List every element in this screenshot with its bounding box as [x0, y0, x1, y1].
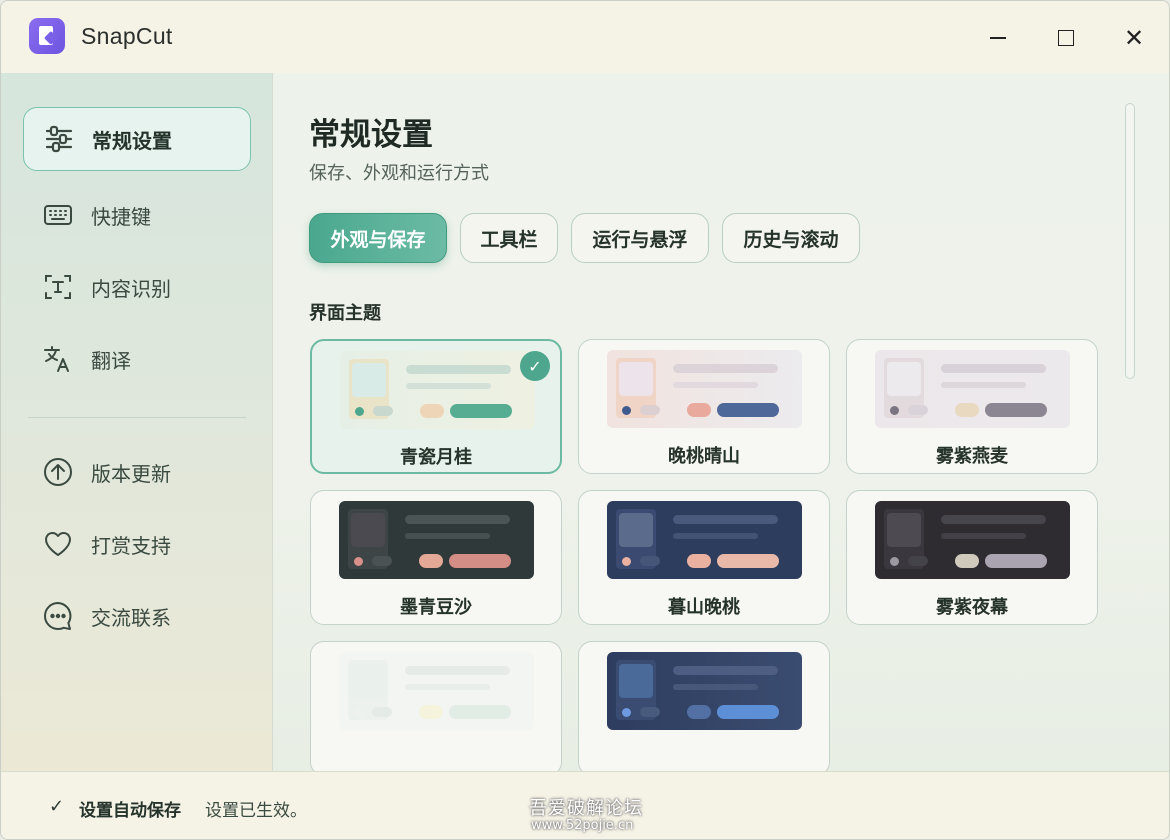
status-bar: ✓ 设置自动保存 设置已生效。 吾爱破解论坛 www.52pojie.cn: [1, 771, 1169, 839]
sidebar-item-update[interactable]: 版本更新: [23, 440, 251, 504]
sidebar-item-label: 内容识别: [91, 276, 171, 301]
theme-preview: [339, 501, 534, 579]
theme-name: 晚桃晴山: [668, 446, 740, 467]
chat-bubble-icon: [41, 599, 75, 633]
status-title: 设置自动保存: [79, 801, 181, 821]
app-title: SnapCut: [81, 23, 173, 49]
page-title: 常规设置: [309, 117, 433, 153]
app-logo-icon: [29, 18, 65, 54]
keyboard-icon: [41, 198, 75, 232]
tab-toolbar[interactable]: 工具栏: [460, 213, 558, 263]
theme-card[interactable]: 暮山晚桃: [578, 490, 830, 625]
theme-name: 墨青豆沙: [400, 597, 472, 618]
selected-check-icon: ✓: [520, 351, 550, 381]
sidebar-item-ocr[interactable]: 内容识别: [23, 255, 251, 319]
tab-run-float[interactable]: 运行与悬浮: [571, 213, 709, 263]
tab-appearance-save[interactable]: 外观与保存: [309, 213, 447, 263]
theme-name: 暮山晚桃: [668, 597, 740, 618]
sidebar-item-contact[interactable]: 交流联系: [23, 584, 251, 648]
theme-name: 雾紫燕麦: [936, 446, 1008, 467]
theme-preview: [875, 350, 1070, 428]
theme-preview: [875, 501, 1070, 579]
sidebar-item-general[interactable]: 常规设置: [23, 107, 251, 171]
sidebar-divider: [28, 417, 246, 418]
check-icon: ✓: [49, 796, 65, 817]
theme-name: 青瓷月桂: [400, 447, 472, 468]
text-scan-icon: [41, 270, 75, 304]
theme-preview: [340, 351, 535, 429]
sidebar-item-donate[interactable]: 打赏支持: [23, 512, 251, 576]
theme-card[interactable]: [310, 641, 562, 771]
app-window: SnapCut ✕ 常规设置 快捷键 内容识别 翻译 版本更新 打赏支持 交流联…: [0, 0, 1170, 840]
sliders-icon: [42, 122, 76, 156]
theme-preview: [339, 652, 534, 730]
page-subtitle: 保存、外观和运行方式: [309, 163, 489, 184]
theme-name: 雾紫夜幕: [936, 597, 1008, 618]
main-panel: 常规设置 保存、外观和运行方式 外观与保存 工具栏 运行与悬浮 历史与滚动 界面…: [273, 73, 1169, 771]
close-button[interactable]: ✕: [1117, 21, 1151, 55]
title-bar: SnapCut ✕: [1, 1, 1169, 73]
sidebar-item-translate[interactable]: 翻译: [23, 327, 251, 391]
theme-card[interactable]: [578, 641, 830, 771]
tab-history-scroll[interactable]: 历史与滚动: [722, 213, 860, 263]
watermark-text: 吾爱破解论坛: [529, 798, 643, 819]
theme-preview: [607, 501, 802, 579]
sidebar: 常规设置 快捷键 内容识别 翻译 版本更新 打赏支持 交流联系: [1, 73, 273, 771]
theme-preview: [607, 350, 802, 428]
sidebar-item-label: 版本更新: [91, 461, 171, 486]
sidebar-item-shortcuts[interactable]: 快捷键: [23, 183, 251, 247]
status-message: 设置已生效。: [205, 801, 307, 821]
section-label-theme: 界面主题: [309, 303, 381, 324]
watermark-url: www.52pojie.cn: [531, 818, 634, 833]
minimize-button[interactable]: [981, 21, 1015, 55]
maximize-button[interactable]: [1049, 21, 1083, 55]
sidebar-item-label: 常规设置: [92, 128, 172, 153]
theme-card[interactable]: ✓ 青瓷月桂: [310, 339, 562, 474]
theme-card[interactable]: 雾紫燕麦: [846, 339, 1098, 474]
theme-preview: [607, 652, 802, 730]
scrollbar[interactable]: [1125, 103, 1135, 379]
arrow-up-circle-icon: [41, 455, 75, 489]
sidebar-item-label: 交流联系: [91, 605, 171, 630]
heart-icon: [41, 527, 75, 561]
theme-card[interactable]: 雾紫夜幕: [846, 490, 1098, 625]
sidebar-item-label: 翻译: [91, 348, 131, 373]
theme-card[interactable]: 晚桃晴山: [578, 339, 830, 474]
sidebar-item-label: 快捷键: [91, 204, 151, 229]
sidebar-item-label: 打赏支持: [91, 533, 171, 558]
translate-icon: [41, 342, 75, 376]
theme-card[interactable]: 墨青豆沙: [310, 490, 562, 625]
